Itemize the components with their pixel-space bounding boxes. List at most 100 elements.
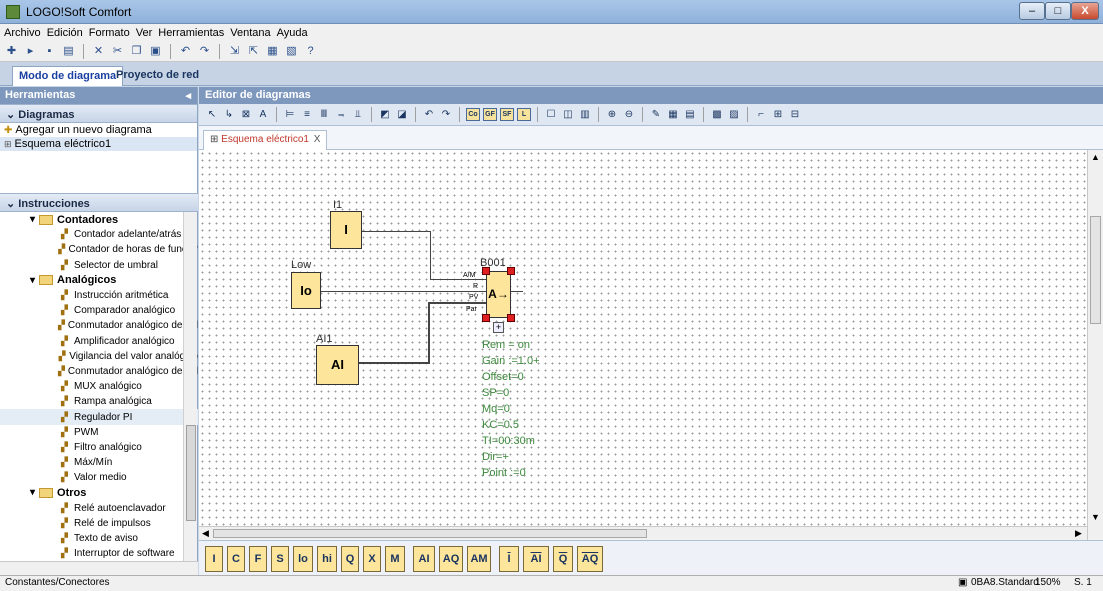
pi-controller-block[interactable]: A→ <box>486 271 511 318</box>
palette-button[interactable]: AQ <box>439 546 463 572</box>
collapse-left-icon[interactable]: ◂ <box>185 89 191 102</box>
zoom-out-icon[interactable]: ⊖ <box>622 108 636 122</box>
undo-icon[interactable]: ↶ <box>422 108 436 122</box>
properties-icon[interactable]: ▤ <box>683 108 697 122</box>
tree-item[interactable]: ▞ Contador de horas de funcior <box>0 242 198 257</box>
tab-network-project[interactable]: Proyecto de red <box>110 66 205 86</box>
palette-button[interactable]: C <box>227 546 245 572</box>
connector-icon[interactable]: ⊠ <box>239 108 253 122</box>
palette-button[interactable]: I <box>205 546 223 572</box>
diagrams-section-header[interactable]: ⌄ Diagramas <box>0 104 197 123</box>
transfer-pc-logo-icon[interactable]: ⇲ <box>227 44 242 59</box>
text-icon[interactable]: A <box>256 108 270 122</box>
instructions-section-header[interactable]: ⌄ Instrucciones <box>0 193 198 212</box>
delete-icon[interactable]: ✕ <box>91 44 106 59</box>
palette-button[interactable]: lo <box>293 546 313 572</box>
tree-item[interactable]: ▞ Amplificador analógico <box>0 334 198 349</box>
tree-item[interactable]: ▞ Interruptor de software <box>0 546 198 561</box>
tree-item[interactable]: ▞ Conmutador analógico de val <box>0 364 198 379</box>
context-help-icon[interactable]: ? <box>303 44 318 59</box>
select-icon[interactable]: ↖ <box>205 108 219 122</box>
udf-button[interactable]: L <box>517 108 531 121</box>
tree-item[interactable]: ▞ Valor medio <box>0 470 198 485</box>
palette-button[interactable]: Q <box>341 546 359 572</box>
palette-button[interactable]: I <box>499 546 519 572</box>
palette-button[interactable]: F <box>249 546 267 572</box>
wire-i1[interactable] <box>430 279 486 280</box>
wire-i1[interactable] <box>430 231 431 279</box>
menu-ayuda[interactable]: Ayuda <box>277 27 308 39</box>
expand-arrow-icon[interactable]: ▾ <box>30 214 35 225</box>
expand-parameters-icon[interactable]: + <box>493 322 504 333</box>
wire-ai1[interactable] <box>428 302 430 364</box>
minimize-button[interactable]: – <box>1019 2 1045 20</box>
tree-item[interactable]: ▞ MUX analógico <box>0 379 198 394</box>
online-test-icon[interactable]: ▨ <box>727 108 741 122</box>
canvas-hscroll-thumb[interactable] <box>213 529 647 538</box>
menu-ver[interactable]: Ver <box>136 27 153 39</box>
pen-icon[interactable]: ✎ <box>649 108 663 122</box>
tree-group[interactable]: ▾ Otros <box>0 485 198 500</box>
basic-functions-button[interactable]: GF <box>483 108 497 121</box>
tree-scrollbar[interactable] <box>183 212 197 567</box>
tree-item[interactable]: ▞ Máx/Mín <box>0 455 198 470</box>
redo-icon[interactable]: ↷ <box>197 44 212 59</box>
tree-item[interactable]: ▞ Conmutador analógico de val <box>0 318 198 333</box>
online-test-icon[interactable]: ▧ <box>284 44 299 59</box>
tree-item[interactable]: ▞ Relé autoenclavador <box>0 501 198 516</box>
tree-item[interactable]: ▞ Relé de impulsos <box>0 516 198 531</box>
diagram-canvas[interactable]: I1 I Low Io AI1 AI B001 A/M R PV Par A→ … <box>199 150 1087 526</box>
join-wire-icon[interactable]: ⫫ <box>351 108 365 122</box>
tree-item[interactable]: ▞ Regulador PI <box>0 409 198 425</box>
wire-i1[interactable] <box>362 231 430 232</box>
canvas-vscrollbar[interactable]: ▲ ▼ <box>1087 150 1103 540</box>
maximize-button[interactable]: □ <box>1045 2 1071 20</box>
print-icon[interactable]: ▤ <box>61 44 76 59</box>
tree-item[interactable]: ▞ Instrucción aritmética <box>0 288 198 303</box>
wire-ai1[interactable] <box>428 302 486 304</box>
menu-edicion[interactable]: Edición <box>47 27 83 39</box>
save-icon[interactable]: ▪ <box>42 44 57 59</box>
paste-icon[interactable]: ▣ <box>148 44 163 59</box>
cut-icon[interactable]: ✂ <box>110 44 125 59</box>
menu-archivo[interactable]: Archivo <box>4 27 41 39</box>
palette-button[interactable]: M <box>385 546 405 572</box>
canvas-vscroll-thumb[interactable] <box>1090 216 1101 324</box>
open-icon[interactable]: ▸ <box>23 44 38 59</box>
constants-button[interactable]: Co <box>466 108 480 121</box>
palette-button[interactable]: X <box>363 546 381 572</box>
single-view-icon[interactable]: ☐ <box>544 108 558 122</box>
cut-wire-icon[interactable]: ⫬ <box>334 108 348 122</box>
palette-button[interactable]: Q <box>553 546 573 572</box>
wire-output[interactable] <box>511 291 523 292</box>
tab-diagram-mode[interactable]: Modo de diagrama <box>12 66 124 86</box>
tree-item[interactable]: ▞ Contador adelante/atrás <box>0 227 198 242</box>
split-view-icon[interactable]: ◫ <box>561 108 575 122</box>
menu-ventana[interactable]: Ventana <box>230 27 270 39</box>
triple-view-icon[interactable]: ▥ <box>578 108 592 122</box>
insert-col-icon[interactable]: ⊟ <box>788 108 802 122</box>
simulation-icon[interactable]: ▦ <box>265 44 280 59</box>
tree-scrollbar-thumb[interactable] <box>186 425 196 521</box>
scroll-down-icon[interactable]: ▼ <box>1091 512 1100 522</box>
expand-arrow-icon[interactable]: ▾ <box>30 275 35 286</box>
wire-low[interactable] <box>321 291 486 292</box>
tree-item[interactable]: ▞ PWM <box>0 425 198 440</box>
tree-group[interactable]: ▾ Contadores <box>0 212 198 227</box>
align-h-icon[interactable]: ≡ <box>300 108 314 122</box>
palette-button[interactable]: AI <box>413 546 435 572</box>
resize-handle[interactable] <box>482 314 490 322</box>
tree-group[interactable]: ▾ Analógicos <box>0 273 198 288</box>
palette-button[interactable]: AI <box>523 546 549 572</box>
redo-icon[interactable]: ↷ <box>439 108 453 122</box>
online-icon[interactable]: ◪ <box>395 108 409 122</box>
close-button[interactable]: X <box>1071 2 1099 20</box>
tab-close-icon[interactable]: X <box>314 134 321 145</box>
expand-arrow-icon[interactable]: ▾ <box>30 487 35 498</box>
resize-handle[interactable] <box>482 267 490 275</box>
scroll-right-icon[interactable]: ▶ <box>1075 528 1082 539</box>
tree-item[interactable]: ▞ Rampa analógica <box>0 394 198 409</box>
wire-ai1[interactable] <box>359 362 429 364</box>
scroll-left-icon[interactable]: ◀ <box>202 528 209 539</box>
resize-handle[interactable] <box>507 267 515 275</box>
